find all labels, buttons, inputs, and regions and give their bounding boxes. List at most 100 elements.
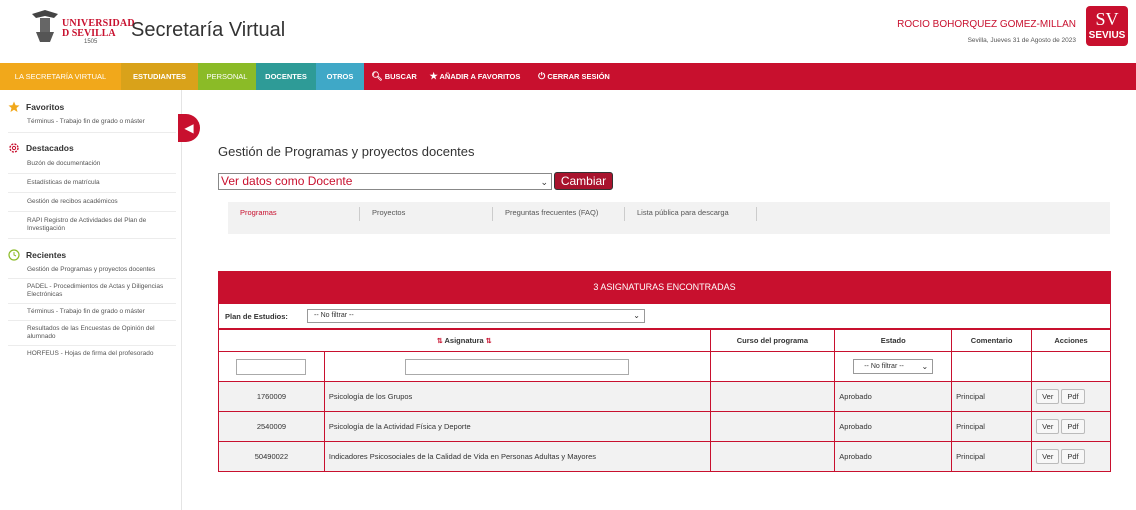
row-acciones: Ver Pdf [1031, 381, 1111, 412]
row-comentario: Principal [951, 381, 1033, 412]
sidebar-item-rapi[interactable]: RAPI Registro de Actividades del Plan de… [8, 212, 176, 239]
row-estado: Aprobado [834, 411, 953, 442]
filter-cell-name [323, 351, 711, 382]
nav-estudiantes[interactable]: ESTUDIANTES [121, 63, 198, 90]
nav-cerrar-label: CERRAR SESIÓN [547, 72, 610, 81]
sidebar-item-recibos[interactable]: Gestión de recibos académicos [8, 193, 176, 212]
nav-buscar[interactable]: 🔍︎ BUSCAR [368, 63, 420, 90]
col-acciones: Acciones [1031, 329, 1111, 352]
tab-lista-publica[interactable]: Lista pública para descarga [625, 207, 757, 221]
table-row: 50490022 Indicadores Psicosociales de la… [218, 441, 1111, 472]
sort-asc-icon[interactable]: ⇅ [437, 338, 443, 345]
col-asignatura[interactable]: ⇅ Asignatura ⇅ [218, 329, 711, 352]
row-estado: Aprobado [834, 441, 953, 472]
pdf-button[interactable]: Pdf [1061, 419, 1085, 434]
sidebar-item-encuestas[interactable]: Resultados de las Encuestas de Opinión d… [8, 321, 176, 346]
tab-proyectos[interactable]: Proyectos [360, 207, 493, 221]
results-grid: ⇅ Asignatura ⇅ Curso del programa Estado… [218, 329, 1111, 472]
pdf-button[interactable]: Pdf [1061, 389, 1085, 404]
nav-anadir-favoritos[interactable]: ★ AÑADIR A FAVORITOS [426, 63, 524, 90]
row-curso [709, 411, 836, 442]
cambiar-button[interactable]: Cambiar [554, 172, 613, 190]
section-tabs: Programas Proyectos Preguntas frecuentes… [228, 202, 1110, 234]
sevius-glyph: SV [1095, 9, 1119, 29]
row-asignatura: Psicología de los Grupos [323, 381, 711, 412]
sidebar-recientes-title: Recientes [26, 250, 67, 260]
power-icon: ⏻ [538, 71, 546, 81]
nav-otros[interactable]: OTROS [316, 63, 364, 90]
col-comentario: Comentario [951, 329, 1033, 352]
sidebar-item-buzon[interactable]: Buzón de documentación [8, 155, 176, 174]
row-comentario: Principal [951, 411, 1033, 442]
table-filter-row: -- No filtrar -- ⌄ [218, 351, 1111, 382]
filter-cell-estado: -- No filtrar -- ⌄ [834, 351, 953, 382]
chevron-down-icon: ⌄ [633, 311, 640, 320]
chevron-left-icon: ◀ [184, 121, 194, 135]
sidebar-recientes-header[interactable]: Recientes [8, 248, 176, 262]
row-comentario: Principal [951, 441, 1033, 472]
view-as-select[interactable]: Ver datos como Docente ⌄ [218, 173, 552, 190]
tab-programas[interactable]: Programas [228, 207, 360, 221]
code-filter-input[interactable] [236, 358, 307, 375]
asignatura-filter-input[interactable] [405, 358, 630, 375]
nav-buscar-label: BUSCAR [384, 72, 417, 81]
sidebar-item-estadisticas[interactable]: Estadísticas de matrícula [8, 174, 176, 193]
estado-filter-select[interactable]: -- No filtrar -- ⌄ [853, 359, 934, 374]
sidebar-destacados: Destacados Buzón de documentación Estadí… [8, 141, 176, 239]
gear-icon [9, 143, 19, 153]
row-asignatura: Indicadores Psicosociales de la Calidad … [323, 441, 711, 472]
row-acciones: Ver Pdf [1031, 441, 1111, 472]
table-row: 1760009 Psicología de los Grupos Aprobad… [218, 381, 1111, 412]
table-header-row: ⇅ Asignatura ⇅ Curso del programa Estado… [218, 329, 1111, 352]
ver-button[interactable]: Ver [1036, 389, 1060, 404]
tab-faq[interactable]: Preguntas frecuentes (FAQ) [493, 207, 625, 221]
app-title: Secretaría Virtual [131, 19, 286, 41]
nav-docentes[interactable]: DOCENTES [256, 63, 316, 90]
plan-select-value: -- No filtrar -- [314, 312, 354, 319]
current-date: Sevilla, Jueves 31 de Agosto de 2023 [967, 37, 1076, 44]
nav-anadir-label: AÑADIR A FAVORITOS [439, 72, 521, 81]
sevius-badge[interactable]: SV SEVIUS [1086, 6, 1128, 46]
table-row: 2540009 Psicología de la Actividad Físic… [218, 411, 1111, 442]
filter-cell-curso [709, 351, 836, 382]
sidebar-toggle-button[interactable]: ◀ [178, 114, 200, 142]
nav-secretaria-virtual[interactable]: LA SECRETARÍA VIRTUAL [0, 63, 121, 90]
estado-filter-value: -- No filtrar -- [864, 363, 904, 370]
sevius-text: SEVIUS [1088, 30, 1126, 41]
page-title: Gestión de Programas y proyectos docente… [218, 144, 475, 159]
sidebar-item-padel[interactable]: PADEL - Procedimientos de Actas y Dilige… [8, 279, 176, 304]
ver-button[interactable]: Ver [1036, 419, 1060, 434]
sidebar-item-gestion-programas[interactable]: Gestión de Programas y proyectos docente… [8, 262, 176, 279]
ver-button[interactable]: Ver [1036, 449, 1060, 464]
nav-personal[interactable]: PERSONAL [198, 63, 256, 90]
filter-cell-acciones [1031, 351, 1111, 382]
chevron-down-icon: ⌄ [540, 177, 548, 187]
row-code: 2540009 [218, 411, 325, 442]
university-logo[interactable]: UNIVERSIDAD D SEVILLA 1505 [30, 8, 135, 46]
sidebar-destacados-header[interactable]: Destacados [8, 141, 176, 155]
sidebar-item-terminus-fav[interactable]: Términus - Trabajo fin de grado o máster [8, 114, 176, 133]
chevron-down-icon: ⌄ [921, 362, 929, 371]
logo-line2: D SEVILLA [62, 28, 116, 39]
sort-desc-icon[interactable]: ⇅ [486, 338, 492, 345]
row-curso [709, 441, 836, 472]
pdf-button[interactable]: Pdf [1061, 449, 1085, 464]
asignaturas-table: 3 ASIGNATURAS ENCONTRADAS Plan de Estudi… [218, 271, 1111, 480]
col-estado: Estado [834, 329, 953, 352]
plan-select[interactable]: -- No filtrar -- ⌄ [307, 309, 645, 323]
plan-filter-row: Plan de Estudios: -- No filtrar -- ⌄ [218, 304, 1111, 329]
sidebar-item-horfeus[interactable]: HORFEUS - Hojas de firma del profesorado [8, 346, 176, 362]
search-icon: 🔍︎ [371, 71, 383, 81]
row-curso [709, 381, 836, 412]
sidebar-favoritos-header[interactable]: Favoritos [8, 100, 176, 114]
filter-cell-code [218, 351, 325, 382]
sidebar-item-terminus[interactable]: Términus - Trabajo fin de grado o máster [8, 304, 176, 321]
main-navbar: LA SECRETARÍA VIRTUAL ESTUDIANTES PERSON… [0, 63, 1136, 90]
row-acciones: Ver Pdf [1031, 411, 1111, 442]
view-as-value: Ver datos como Docente [221, 174, 353, 188]
nav-cerrar-sesion[interactable]: ⏻ CERRAR SESIÓN [532, 63, 616, 90]
sidebar: Favoritos Términus - Trabajo fin de grad… [0, 90, 182, 510]
row-asignatura: Psicología de la Actividad Física y Depo… [323, 411, 711, 442]
sidebar-favoritos: Favoritos Términus - Trabajo fin de grad… [8, 100, 176, 133]
row-code: 50490022 [218, 441, 325, 472]
